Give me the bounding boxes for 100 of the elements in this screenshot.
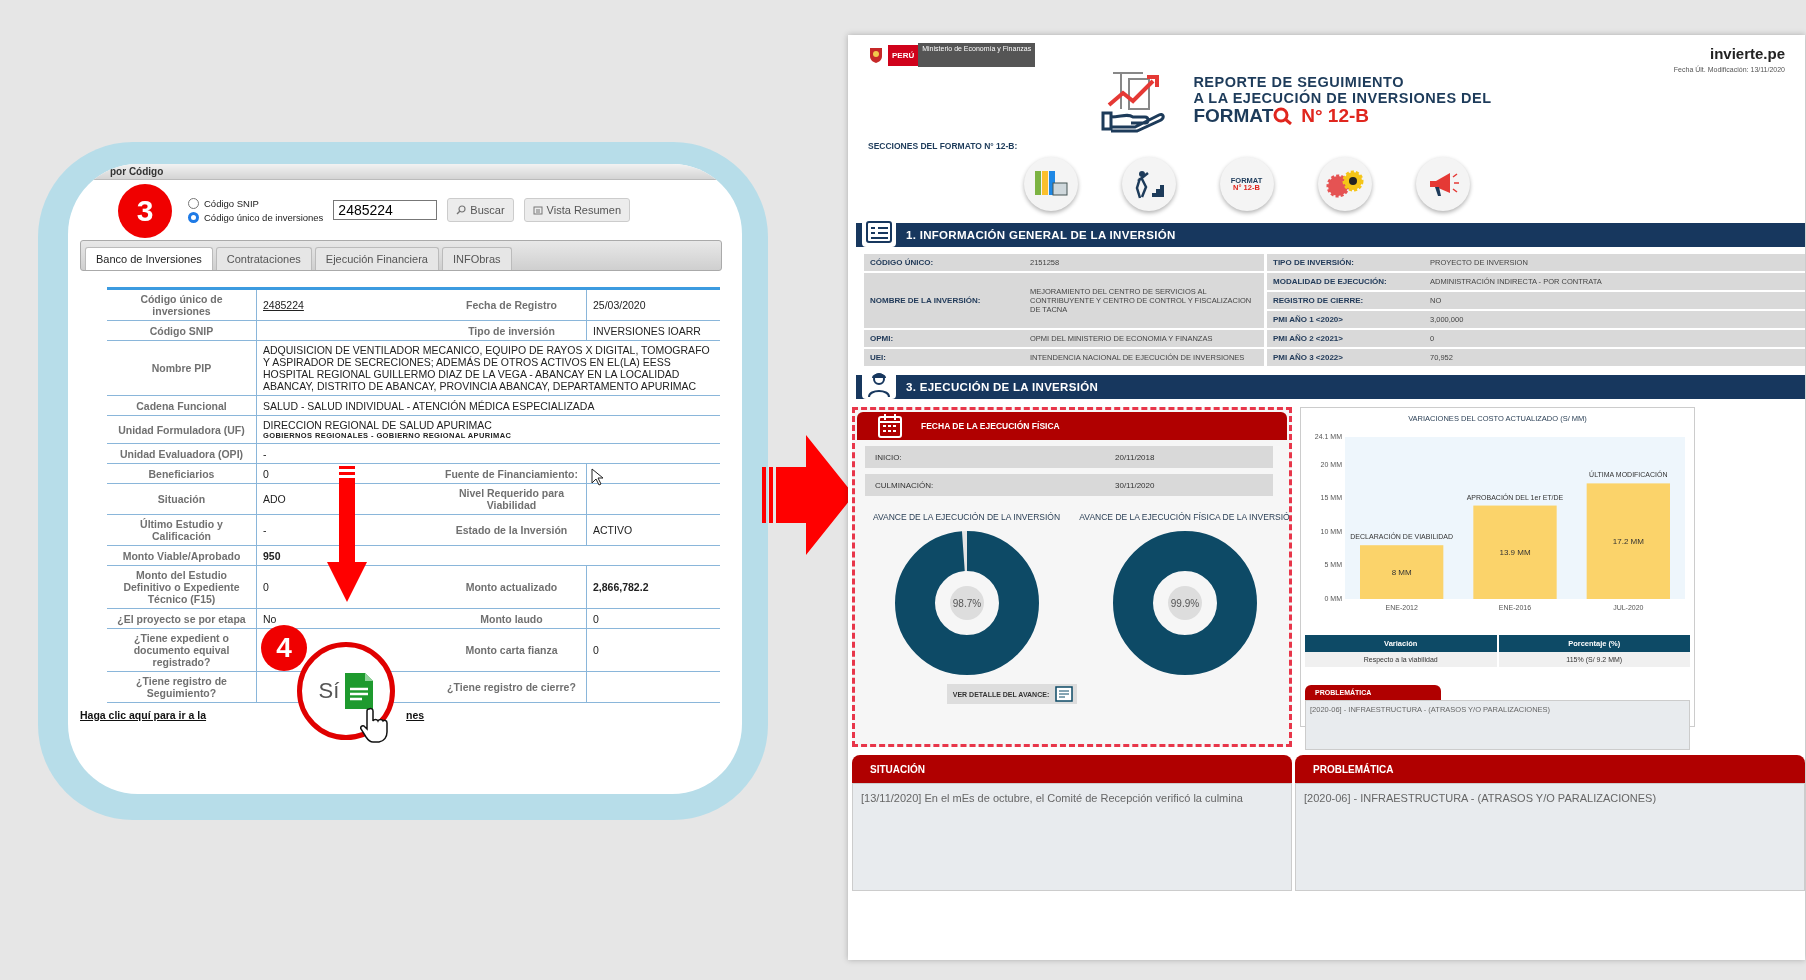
panel-header: SITUACIÓN xyxy=(852,755,1292,783)
link[interactable]: Haga clic aquí para ir a la xyxy=(80,709,207,725)
info-label: PMI AÑO 2 <2021> xyxy=(1267,330,1424,347)
field-label: Monto laudo xyxy=(480,612,543,625)
field-value: ADQUISICION DE VENTILADOR MECANICO, EQUIPO DE RAYOS X DIGITAL, TOMOGRAFO Y ASPIRADOR DE SECRECIONES; ADEMÁS DE OTROS ACTIVOS EN EL(LA) EESS HOSPITAL REGIONAL GUILLERMO DIAZ DE LA VEGA - ABANCAY EN LA LOCALIDAD ABANCAY, DISTRITO DE ABANCAY, PROVINCIA ABANCAY, DEPARTAMENTO APURIMAC xyxy=(263,344,711,392)
step-badge: 4 xyxy=(261,625,307,671)
tab[interactable]: Contrataciones xyxy=(215,247,312,270)
card-title: FECHA DE LA EJECUCIÓN FÍSICA xyxy=(921,421,1060,431)
document-icon xyxy=(1055,686,1074,702)
field-label: Unidad Evaluadora (OPI) xyxy=(119,447,244,460)
brand-logo: invierte.pe xyxy=(1709,45,1785,62)
info-label: PMI AÑO 1 <2020> xyxy=(1267,311,1424,328)
pointer-icon xyxy=(591,468,603,486)
date-value: 30/11/2020 xyxy=(1115,480,1155,490)
field-label: Tipo de inversión xyxy=(468,324,555,337)
field-label: Monto Viable/Aprobado xyxy=(122,549,241,562)
link[interactable]: nes xyxy=(406,709,425,725)
date-label: CULMINACIÓN: xyxy=(874,480,935,490)
sections-label: SECCIONES DEL FORMATO N° 12-B: xyxy=(867,140,1019,151)
megaphone-icon[interactable] xyxy=(1415,157,1470,211)
field-label: ¿Tiene registro de cierre? xyxy=(447,681,576,693)
step-badge: 3 xyxy=(118,184,172,238)
binders-icon[interactable] xyxy=(1023,157,1078,211)
field-label: ¿Tiene expedient o documento equival registrado? xyxy=(132,632,231,668)
radio-button[interactable] xyxy=(188,211,199,223)
bar-value-label: 13.9 MM xyxy=(1499,548,1531,558)
field-label: Fuente de Financiamiento: xyxy=(445,467,578,480)
info-label: CÓDIGO ÚNICO: xyxy=(864,254,1024,271)
worker-icon[interactable] xyxy=(1121,157,1176,211)
field-label: ¿Tiene registro de Seguimiento? xyxy=(135,675,228,699)
progress-reading: 99.9% xyxy=(1167,586,1202,620)
field-value: - xyxy=(263,524,267,536)
info-label: UEI: xyxy=(864,349,1024,366)
radio-button[interactable] xyxy=(188,197,199,209)
search-icon xyxy=(1273,107,1294,126)
bar-value-label: 8 MM xyxy=(1391,568,1412,578)
search-button[interactable]: Buscar xyxy=(447,198,514,222)
summary-button[interactable]: Vista Resumen xyxy=(523,198,630,222)
info-label: OPMI: xyxy=(864,330,1024,347)
field-label: Estado de la Inversión xyxy=(455,524,568,536)
format-number: N° 12-B xyxy=(1301,105,1370,127)
field-value: 2,866,782.2 xyxy=(593,581,649,593)
down-arrow-icon xyxy=(327,466,367,602)
calendar-icon xyxy=(877,413,903,439)
tab[interactable]: INFObras xyxy=(441,247,512,270)
logo-label: PERÚ xyxy=(888,44,919,66)
field-value: 25/03/2020 xyxy=(593,299,646,311)
info-label: MODALIDAD DE EJECUCIÓN: xyxy=(1267,273,1424,290)
field-label: Cadena Funcional xyxy=(136,399,227,412)
field-label: Unidad Formuladora (UF) xyxy=(118,423,245,436)
field-label: Beneficiarios xyxy=(148,467,215,480)
document-icon xyxy=(532,205,543,215)
field-label: Fecha de Registro xyxy=(466,299,557,311)
field-value: 0 xyxy=(593,644,599,656)
worker-icon xyxy=(865,371,893,397)
field-value: 950 xyxy=(263,549,281,562)
info-label: REGISTRO DE CIERRE: xyxy=(1267,292,1424,309)
radio-label: Código único de inversiones xyxy=(204,211,324,223)
tab[interactable]: Banco de Inversiones xyxy=(85,247,213,270)
date-value: 20/11/2018 xyxy=(1115,452,1155,462)
field-value: INVERSIONES IOARR xyxy=(593,324,701,337)
document-icon[interactable] xyxy=(345,673,374,709)
field-label: Código único de inversiones xyxy=(139,293,224,317)
field-value: Sí xyxy=(318,678,340,704)
format-title: FORMAT xyxy=(1193,105,1274,127)
info-label: NOMBRE DE LA INVERSIÓN: xyxy=(864,273,1024,328)
field-label: Monto actualizado xyxy=(465,581,558,593)
text-area: [2020-06] - INFRAESTRUCTURA - (ATRASOS Y/O PARALIZACIONES) xyxy=(1295,783,1805,891)
field-value: - xyxy=(263,447,267,460)
field-value: SALUD - SALUD INDIVIDUAL - ATENCIÓN MÉDICA ESPECIALIZADA xyxy=(263,399,595,412)
field-label: Nivel Requerido para Viabilidad xyxy=(458,487,565,511)
panel-header: PROBLEMÁTICA xyxy=(1295,755,1805,783)
date-label: INICIO: xyxy=(874,452,903,462)
bar-value-label: 17.2 MM xyxy=(1612,537,1644,547)
field-label: Nombre PIP xyxy=(151,362,212,374)
chart-title: AVANCE DE LA EJECUCIÓN DE LA INVERSIÓN xyxy=(872,512,1061,522)
search-icon xyxy=(456,205,467,215)
field-value: 0 xyxy=(263,467,269,480)
code-link[interactable]: 2485224 xyxy=(263,299,304,311)
field-value: No xyxy=(263,612,277,625)
info-label: TIPO DE INVERSIÓN: xyxy=(1267,254,1424,271)
info-label: PMI AÑO 3 <2022> xyxy=(1267,349,1424,366)
field-label: Situación xyxy=(157,493,206,505)
gears-icon[interactable] xyxy=(1317,157,1372,211)
field-label: Código SNIP xyxy=(149,324,214,337)
code-input-field[interactable]: 2485224 xyxy=(333,200,438,220)
radio-label: Código SNIP xyxy=(204,197,259,209)
tab[interactable]: Ejecución Financiera xyxy=(314,247,439,270)
field-label: Monto del Estudio Definitivo o Expediente Técnico (F15) xyxy=(122,569,241,605)
field-value: ACTIVO xyxy=(593,524,633,536)
form-icon xyxy=(866,221,892,243)
progress-reading: 98.7% xyxy=(949,586,984,620)
field-value: 0 xyxy=(593,612,599,625)
field-label: Monto carta fianza xyxy=(465,644,558,656)
text-area: [13/11/2020] En el mEs de octubre, el Comité de Recepción verificó la culmina xyxy=(852,783,1292,891)
section-title: 3. EJECUCIÓN DE LA INVERSIÓN xyxy=(906,381,1098,393)
field-value: DIRECCION REGIONAL DE SALUD APURIMAC xyxy=(263,419,492,431)
report-title: A LA EJECUCIÓN DE INVERSIONES DEL xyxy=(1193,90,1492,106)
field-value: ADO xyxy=(263,493,286,505)
chart-title: AVANCE DE LA EJECUCIÓN FÍSICA DE LA INVERSIÓ xyxy=(1079,512,1290,522)
